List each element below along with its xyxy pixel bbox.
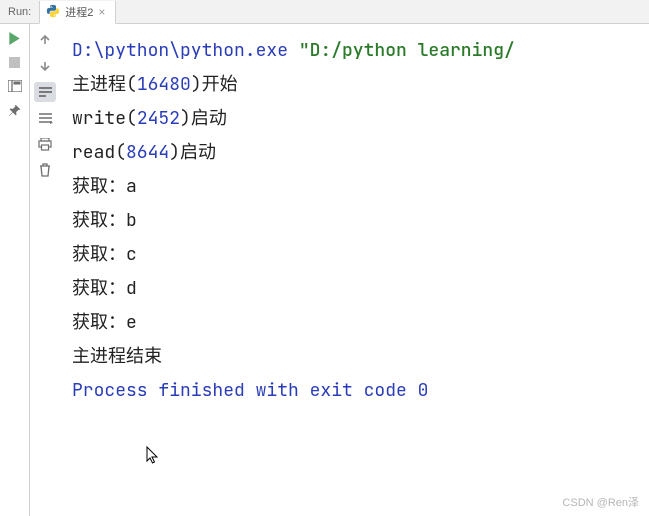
console-line: read(8644)启动 xyxy=(72,136,641,170)
console-line: write(2452)启动 xyxy=(72,102,641,136)
run-panel-body: D:\python\python.exe "D:/python learning… xyxy=(0,24,649,516)
watermark: CSDN @Ren泽 xyxy=(562,494,639,510)
tab-title: 进程2 xyxy=(65,4,93,20)
console-line: 获取：d xyxy=(72,272,641,306)
run-tab-active[interactable]: 进程2 × xyxy=(39,1,116,24)
console-line: D:\python\python.exe "D:/python learning… xyxy=(72,34,641,68)
left-tool-gutter xyxy=(0,24,30,516)
run-tabbar: Run: 进程2 × xyxy=(0,0,649,24)
console-output[interactable]: D:\python\python.exe "D:/python learning… xyxy=(60,24,649,516)
soft-wrap-button[interactable] xyxy=(34,82,56,102)
pin-button[interactable] xyxy=(7,102,23,118)
print-button[interactable] xyxy=(34,134,56,154)
mouse-cursor-icon xyxy=(146,444,160,478)
scroll-to-end-button[interactable] xyxy=(34,108,56,128)
layout-settings-button[interactable] xyxy=(7,78,23,94)
console-line: 获取：c xyxy=(72,238,641,272)
python-file-icon xyxy=(46,4,60,21)
console-line: 主进程(16480)开始 xyxy=(72,68,641,102)
console-line: 获取：a xyxy=(72,170,641,204)
console-line: 获取：e xyxy=(72,306,641,340)
scroll-up-button[interactable] xyxy=(34,30,56,50)
rerun-button[interactable] xyxy=(7,30,23,46)
close-icon[interactable]: × xyxy=(98,5,105,19)
console-line: 主进程结束 xyxy=(72,340,641,374)
scroll-down-button[interactable] xyxy=(34,56,56,76)
console-line: Process finished with exit code 0 xyxy=(72,374,641,408)
run-label: Run: xyxy=(0,0,39,23)
console-tool-column xyxy=(30,24,60,516)
clear-all-button[interactable] xyxy=(34,160,56,180)
console-line: 获取：b xyxy=(72,204,641,238)
stop-button[interactable] xyxy=(7,54,23,70)
